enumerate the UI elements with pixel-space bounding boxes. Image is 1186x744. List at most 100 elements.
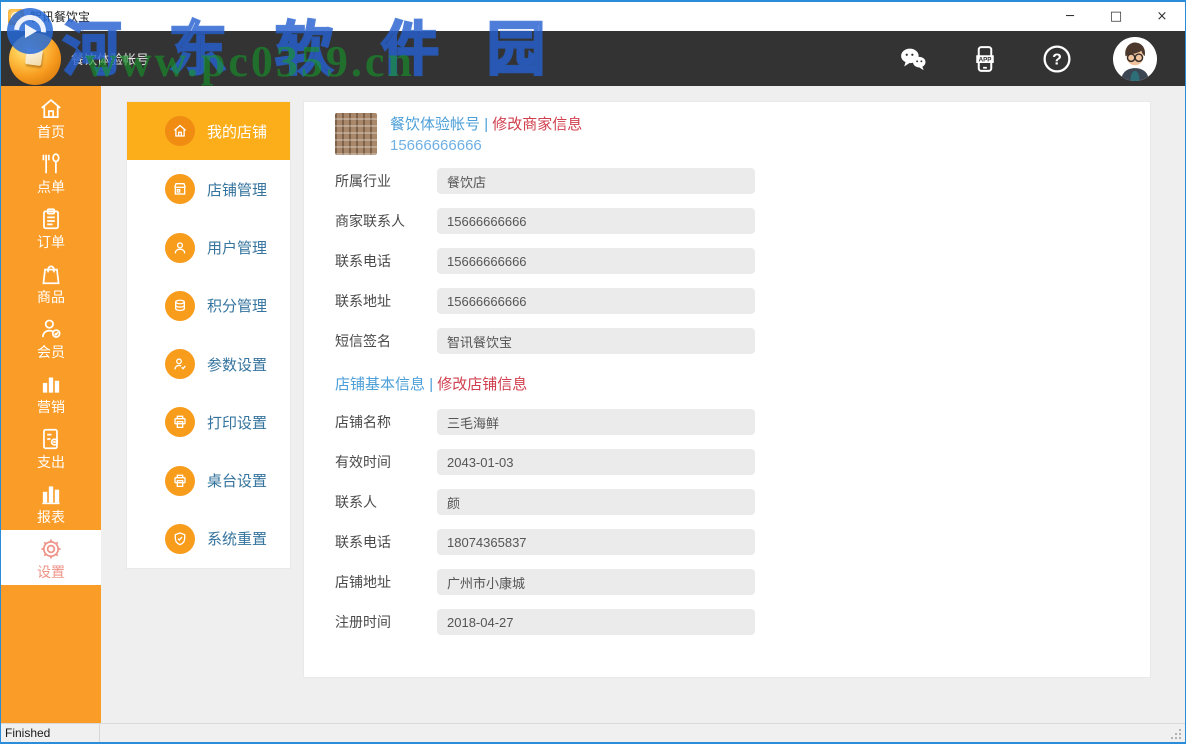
sidebar-item-members[interactable]: 会员 xyxy=(1,310,101,365)
sidebar-item-reports[interactable]: 报表 xyxy=(1,475,101,530)
separator: | xyxy=(484,116,488,133)
sidebar-item-home[interactable]: 首页 xyxy=(1,90,101,145)
shop-contact-field[interactable] xyxy=(437,489,755,515)
person-check-icon xyxy=(172,356,188,372)
app-phone-icon: APP xyxy=(970,43,1000,75)
help-button[interactable]: ? xyxy=(1041,43,1073,75)
menu-item-system-reset[interactable]: 系统重置 xyxy=(127,510,290,568)
gear-icon xyxy=(38,536,64,562)
form-row: 联系电话 xyxy=(335,529,1120,555)
merchant-phone: 15666666666 xyxy=(390,135,582,156)
industry-field[interactable] xyxy=(437,168,755,194)
menu-item-shop-manage[interactable]: 店铺管理 xyxy=(127,160,290,218)
form-row: 注册时间 xyxy=(335,609,1120,635)
field-label: 所属行业 xyxy=(335,171,437,191)
sidebar-item-label: 会员 xyxy=(37,345,65,359)
menu-circle xyxy=(165,524,195,554)
sidebar-item-expense[interactable]: 支出 xyxy=(1,420,101,475)
sidebar-item-goods[interactable]: 商品 xyxy=(1,255,101,310)
statusbar: Finished xyxy=(1,723,1185,742)
merchant-account-title: 餐饮体验帐号 xyxy=(390,116,480,133)
field-label: 注册时间 xyxy=(335,612,437,632)
field-label: 有效时间 xyxy=(335,452,437,472)
form-row: 商家联系人 xyxy=(335,208,1120,234)
sidebar-item-orders[interactable]: 订单 xyxy=(1,200,101,255)
sidebar-item-label: 首页 xyxy=(37,125,65,139)
menu-item-points-manage[interactable]: 积分管理 xyxy=(127,277,290,335)
menu-circle xyxy=(165,349,195,379)
minimize-button[interactable]: ─ xyxy=(1047,2,1093,31)
form-row: 店铺地址 xyxy=(335,569,1120,595)
menu-circle xyxy=(165,174,195,204)
expense-bill-icon xyxy=(38,426,64,452)
merchant-phone-field[interactable] xyxy=(437,248,755,274)
resize-grip[interactable] xyxy=(1179,737,1181,739)
shop-section-title: 店铺基本信息 xyxy=(335,376,425,393)
field-label: 联系电话 xyxy=(335,532,437,552)
field-label: 联系人 xyxy=(335,492,437,512)
edit-merchant-link[interactable]: 修改商家信息 xyxy=(492,116,582,133)
help-icon: ? xyxy=(1041,43,1073,75)
shop-phone-field[interactable] xyxy=(437,529,755,555)
menu-item-user-manage[interactable]: 用户管理 xyxy=(127,219,290,277)
separator: | xyxy=(429,376,433,393)
field-label: 店铺名称 xyxy=(335,412,437,432)
sidebar-item-marketing[interactable]: 营销 xyxy=(1,365,101,420)
sidebar-item-order[interactable]: 点单 xyxy=(1,145,101,200)
app-window: 河东软件园 www.pc0359.cn 智讯餐饮宝 ─ □ × 餐饮体验帐号 xyxy=(0,0,1186,744)
printer-icon xyxy=(172,473,188,489)
sidebar-item-label: 订单 xyxy=(37,235,65,249)
svg-text:APP: APP xyxy=(979,56,992,63)
menu-item-label: 我的店铺 xyxy=(207,121,267,142)
menu-item-label: 打印设置 xyxy=(207,412,267,433)
wechat-button[interactable] xyxy=(897,43,929,75)
field-label: 商家联系人 xyxy=(335,211,437,231)
app-logo-icon xyxy=(9,33,61,85)
sidebar-item-settings[interactable]: 设置 xyxy=(1,530,101,585)
shop-address-field[interactable] xyxy=(437,569,755,595)
settings-menu: 我的店铺 店铺管理 用户管理 xyxy=(126,101,291,569)
wechat-icon xyxy=(897,44,929,74)
maximize-button[interactable]: □ xyxy=(1093,2,1139,31)
form-row: 短信签名 xyxy=(335,328,1120,354)
person-icon xyxy=(172,240,188,256)
bar-chart-icon xyxy=(38,371,64,397)
menu-item-label: 店铺管理 xyxy=(207,179,267,200)
menu-circle xyxy=(165,291,195,321)
shopping-bag-icon xyxy=(38,261,64,287)
shield-check-icon xyxy=(172,531,188,547)
field-label: 联系电话 xyxy=(335,251,437,271)
close-button[interactable]: × xyxy=(1139,2,1185,31)
storefront-icon xyxy=(172,181,188,197)
window-app-icon xyxy=(8,9,24,25)
home-icon xyxy=(38,96,64,122)
status-text: Finished xyxy=(1,724,100,742)
form-row: 有效时间 xyxy=(335,449,1120,475)
field-label: 店铺地址 xyxy=(335,572,437,592)
edit-shop-link[interactable]: 修改店铺信息 xyxy=(437,376,527,393)
topbar: 餐饮体验帐号 APP xyxy=(1,31,1185,86)
register-date-field[interactable] xyxy=(437,609,755,635)
sidebar-item-label: 商品 xyxy=(37,290,65,304)
merchant-contact-field[interactable] xyxy=(437,208,755,234)
shop-name-field[interactable] xyxy=(437,409,755,435)
avatar-image xyxy=(1113,37,1157,81)
menu-item-label: 参数设置 xyxy=(207,354,267,375)
valid-until-field[interactable] xyxy=(437,449,755,475)
shop-info-panel: 餐饮体验帐号 | 修改商家信息 15666666666 所属行业 商家联系人 xyxy=(303,101,1151,678)
sms-signature-field[interactable] xyxy=(437,328,755,354)
menu-item-label: 系统重置 xyxy=(207,528,267,549)
field-label: 联系地址 xyxy=(335,291,437,311)
app-download-button[interactable]: APP xyxy=(969,43,1001,75)
svg-text:?: ? xyxy=(1052,51,1062,68)
menu-item-my-shop[interactable]: 我的店铺 xyxy=(127,102,290,160)
form-row: 所属行业 xyxy=(335,168,1120,194)
menu-item-tables[interactable]: 桌台设置 xyxy=(127,452,290,510)
menu-item-params[interactable]: 参数设置 xyxy=(127,335,290,393)
merchant-address-field[interactable] xyxy=(437,288,755,314)
member-icon xyxy=(38,316,64,342)
avatar[interactable] xyxy=(1113,37,1157,81)
menu-item-print[interactable]: 打印设置 xyxy=(127,393,290,451)
home-icon xyxy=(172,123,188,139)
form-row: 联系人 xyxy=(335,489,1120,515)
